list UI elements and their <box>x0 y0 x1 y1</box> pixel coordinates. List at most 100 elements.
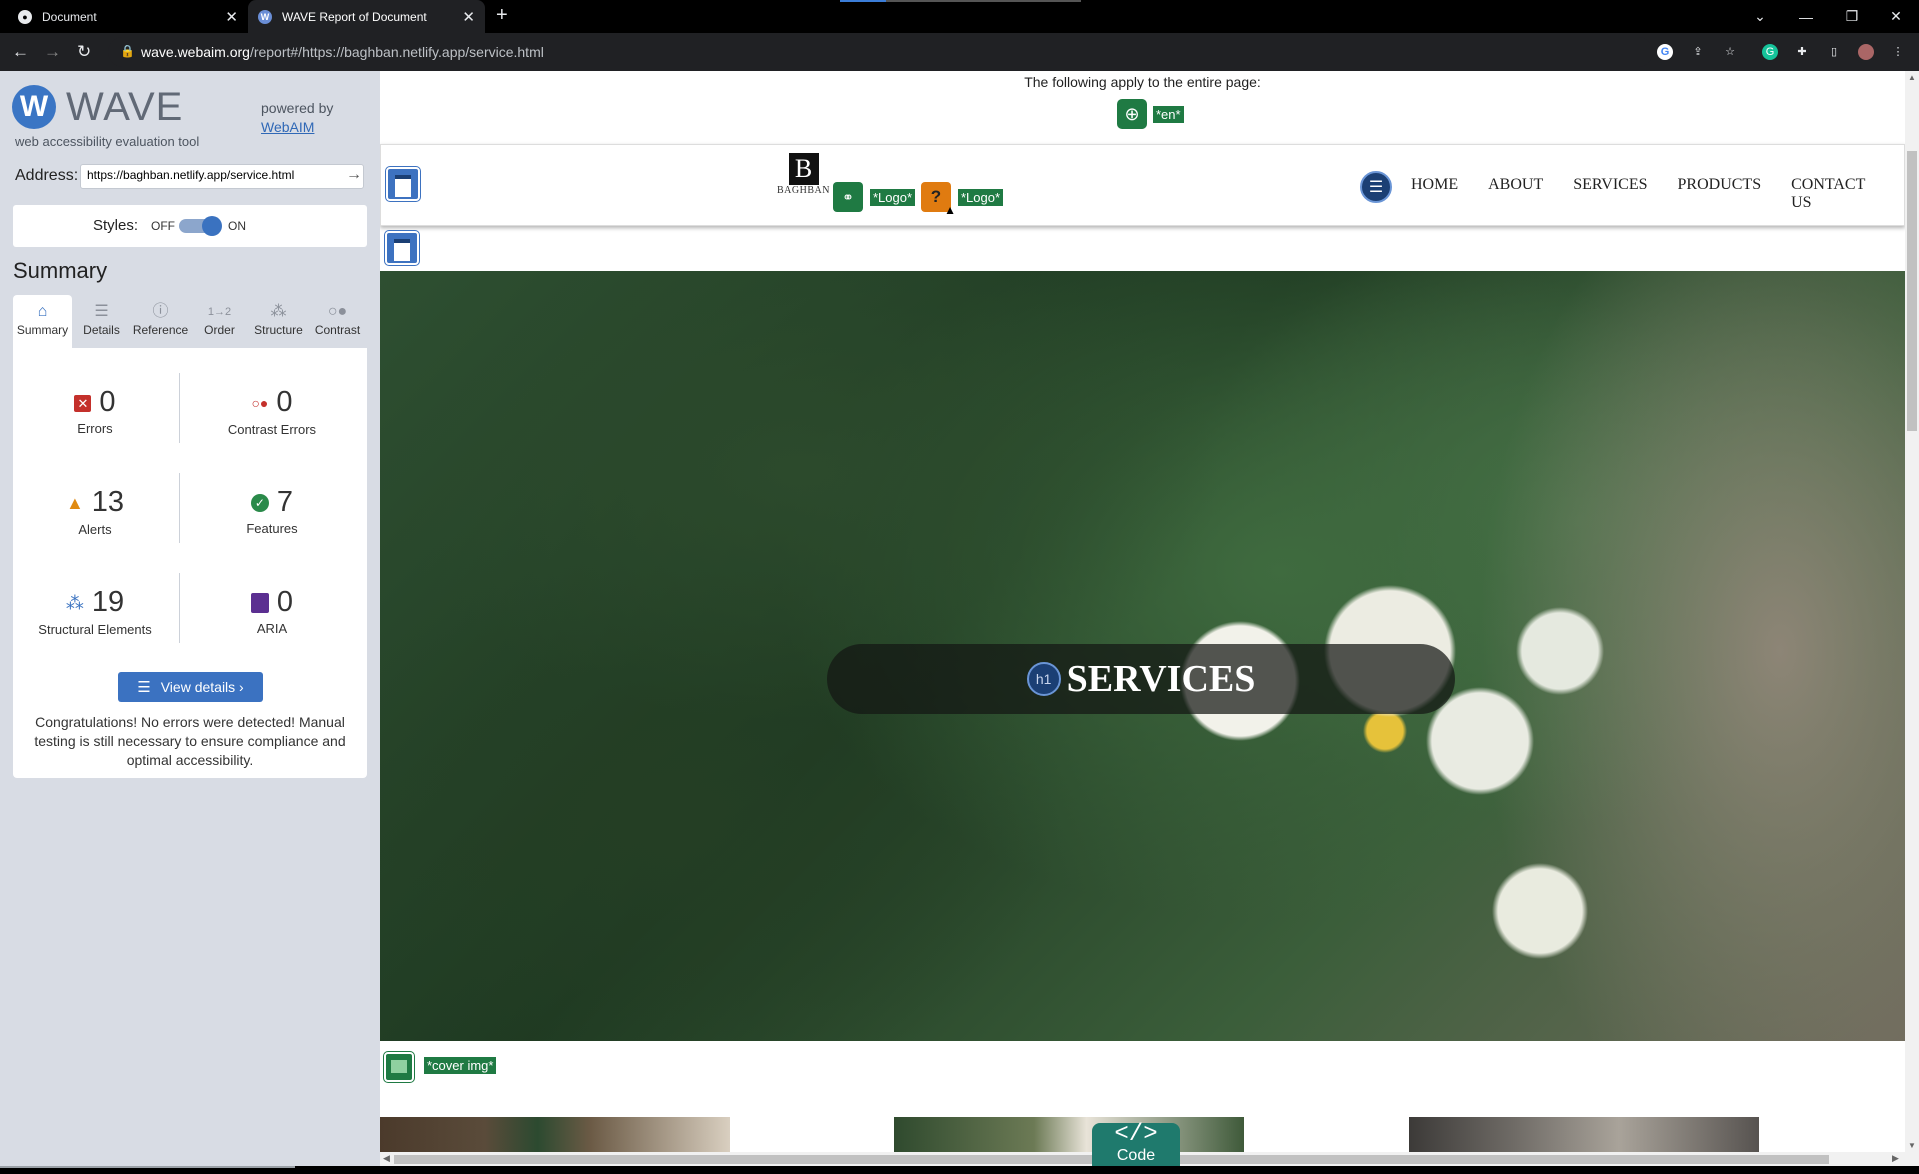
vertical-scrollbar[interactable]: ▲ ▼ <box>1905 71 1919 1171</box>
stat-features[interactable]: ✓ 7 Features <box>197 485 347 536</box>
aria-cube-icon <box>250 593 269 614</box>
styles-toggle-box: Styles: OFF ON <box>13 205 367 247</box>
hero-title-text: SERVICES <box>1066 658 1256 700</box>
h1-icon[interactable]: h1 <box>1026 662 1061 696</box>
close-window-icon[interactable]: ✕ <box>1873 0 1919 33</box>
wave-favicon-icon: W <box>258 9 272 24</box>
baghban-logo[interactable]: B BAGHBAN <box>776 153 831 205</box>
linked-image-icon[interactable]: ⚭ <box>833 182 863 212</box>
error-x-icon: ✕ <box>74 394 92 412</box>
share-icon[interactable]: ⇪ <box>1690 44 1706 60</box>
nav-list-icon[interactable]: ☰ <box>1360 171 1392 203</box>
minimize-icon[interactable]: — <box>1783 0 1829 33</box>
styles-toggle[interactable] <box>179 216 222 236</box>
address-input[interactable]: https://baghban.netlify.app/service.html <box>80 164 364 189</box>
contrast-errors-label: Contrast Errors <box>227 422 317 438</box>
header-region-icon[interactable] <box>386 167 420 201</box>
tab-contrast[interactable]: ○● Contrast <box>308 295 367 349</box>
tab-structure[interactable]: ⁂ Structure <box>249 295 308 349</box>
alerts-count: 13 <box>91 486 125 518</box>
lock-icon: 🔒 <box>120 44 135 58</box>
structural-label: Structural Elements <box>38 622 152 638</box>
forward-icon[interactable]: → <box>44 42 61 62</box>
code-toggle-button[interactable]: </> Code <box>1092 1123 1180 1169</box>
view-details-button[interactable]: ☰ View details › <box>118 672 263 702</box>
structure-icon: ⁂ <box>270 303 287 320</box>
stat-errors[interactable]: ✕ 0 Errors <box>20 385 170 436</box>
structural-count: 19 <box>91 586 125 618</box>
alerts-label: Alerts <box>78 522 112 538</box>
nav-contact[interactable]: CONTACT US <box>1791 176 1874 212</box>
wave-title: WAVE <box>66 85 184 129</box>
address-bar[interactable]: 🔒 wave.webaim.org/report#/https://baghba… <box>108 37 1653 67</box>
scroll-up-icon[interactable]: ▲ <box>1908 73 1916 82</box>
service-thumbnail <box>1409 1117 1759 1157</box>
nav-services[interactable]: SERVICES <box>1573 176 1647 212</box>
browser-tab-wave-report[interactable]: W WAVE Report of Document ✕ <box>248 0 485 33</box>
close-tab-icon[interactable]: ✕ <box>225 8 238 26</box>
stat-structural[interactable]: ⁂ 19 Structural Elements <box>20 585 170 637</box>
nav-home[interactable]: HOME <box>1411 176 1458 212</box>
stat-contrast-errors[interactable]: ○● 0 Contrast Errors <box>197 385 347 437</box>
stat-alerts[interactable]: ▲ 13 Alerts <box>20 485 170 537</box>
alert-question-icon[interactable]: ? ▲ <box>921 182 956 217</box>
reload-icon[interactable]: ↻ <box>77 42 91 62</box>
tab-search-chevron-icon[interactable]: ⌄ <box>1737 0 1783 33</box>
google-icon[interactable]: G <box>1657 44 1673 60</box>
selection-strip <box>0 1166 295 1168</box>
loading-indicator <box>840 0 886 2</box>
go-arrow-icon[interactable]: → <box>346 166 362 184</box>
wave-logo-icon: W <box>12 85 56 129</box>
new-tab-icon[interactable]: + <box>496 4 508 27</box>
nav-products[interactable]: PRODUCTS <box>1678 176 1762 212</box>
scroll-down-icon[interactable]: ▼ <box>1908 1141 1916 1150</box>
tab-order[interactable]: 1→2 Order <box>190 295 249 349</box>
toggle-knob <box>202 216 222 236</box>
avatar[interactable] <box>1858 44 1874 60</box>
image-alt-icon[interactable] <box>384 1052 414 1082</box>
congrats-message: Congratulations! No errors were detected… <box>34 714 346 768</box>
cover-img-tag: *cover img* <box>424 1057 497 1074</box>
webaim-link[interactable]: WebAIM <box>261 119 314 135</box>
alert-triangle-icon: ▲ <box>65 493 84 514</box>
nav-about[interactable]: ABOUT <box>1488 176 1543 212</box>
back-icon[interactable]: ← <box>12 42 29 62</box>
language-tag: *en* <box>1153 105 1184 123</box>
stat-aria[interactable]: 0 ARIA <box>197 585 347 636</box>
home-icon: ⌂ <box>37 303 48 320</box>
powered-by-text: powered by <box>261 100 334 116</box>
restore-icon[interactable]: ❐ <box>1829 0 1875 33</box>
logo-alt-tag: *Logo* <box>958 189 1004 206</box>
contrast-error-icon: ○● <box>251 395 269 412</box>
service-thumbnail <box>380 1117 730 1157</box>
tab-label: Order <box>204 323 235 337</box>
hero-cover-image: h1 SERVICES <box>380 271 1905 1041</box>
tab-reference[interactable]: ⓘ Reference <box>131 295 190 349</box>
side-panel-icon[interactable]: ▯ <box>1826 44 1842 60</box>
divider <box>179 373 180 443</box>
grammarly-icon[interactable]: G <box>1762 44 1778 60</box>
address-label: Address: <box>15 167 79 184</box>
menu-kebab-icon[interactable]: ⋮ <box>1890 44 1906 60</box>
main-region-icon[interactable] <box>385 231 419 265</box>
aria-label: ARIA <box>256 621 288 636</box>
scroll-left-icon[interactable]: ◀ <box>383 1153 390 1164</box>
scroll-thumb[interactable] <box>1907 151 1917 431</box>
extensions-puzzle-icon[interactable]: ✚ <box>1794 44 1810 60</box>
browser-tab-document[interactable]: ● Document ✕ <box>8 0 248 33</box>
tab-details[interactable]: ☰ Details <box>72 295 131 349</box>
language-globe-icon[interactable]: ⊕ <box>1117 99 1147 129</box>
list-icon: ☰ <box>137 679 151 696</box>
tab-title: WAVE Report of Document <box>282 9 427 24</box>
scroll-right-icon[interactable]: ▶ <box>1892 1153 1899 1164</box>
tab-summary[interactable]: ⌂ Summary <box>13 295 72 349</box>
language-indicator[interactable]: ⊕ *en* <box>1117 99 1184 129</box>
close-tab-icon[interactable]: ✕ <box>462 8 475 26</box>
styles-on-label: ON <box>228 219 246 233</box>
logo-text: BAGHBAN <box>777 185 830 196</box>
hero-title-band: h1 SERVICES <box>827 644 1455 714</box>
logo-alt-tag: *Logo* <box>870 189 916 206</box>
bookmark-star-icon[interactable]: ☆ <box>1722 44 1738 60</box>
globe-favicon-icon: ● <box>18 9 32 24</box>
order-icon: 1→2 <box>207 306 232 318</box>
